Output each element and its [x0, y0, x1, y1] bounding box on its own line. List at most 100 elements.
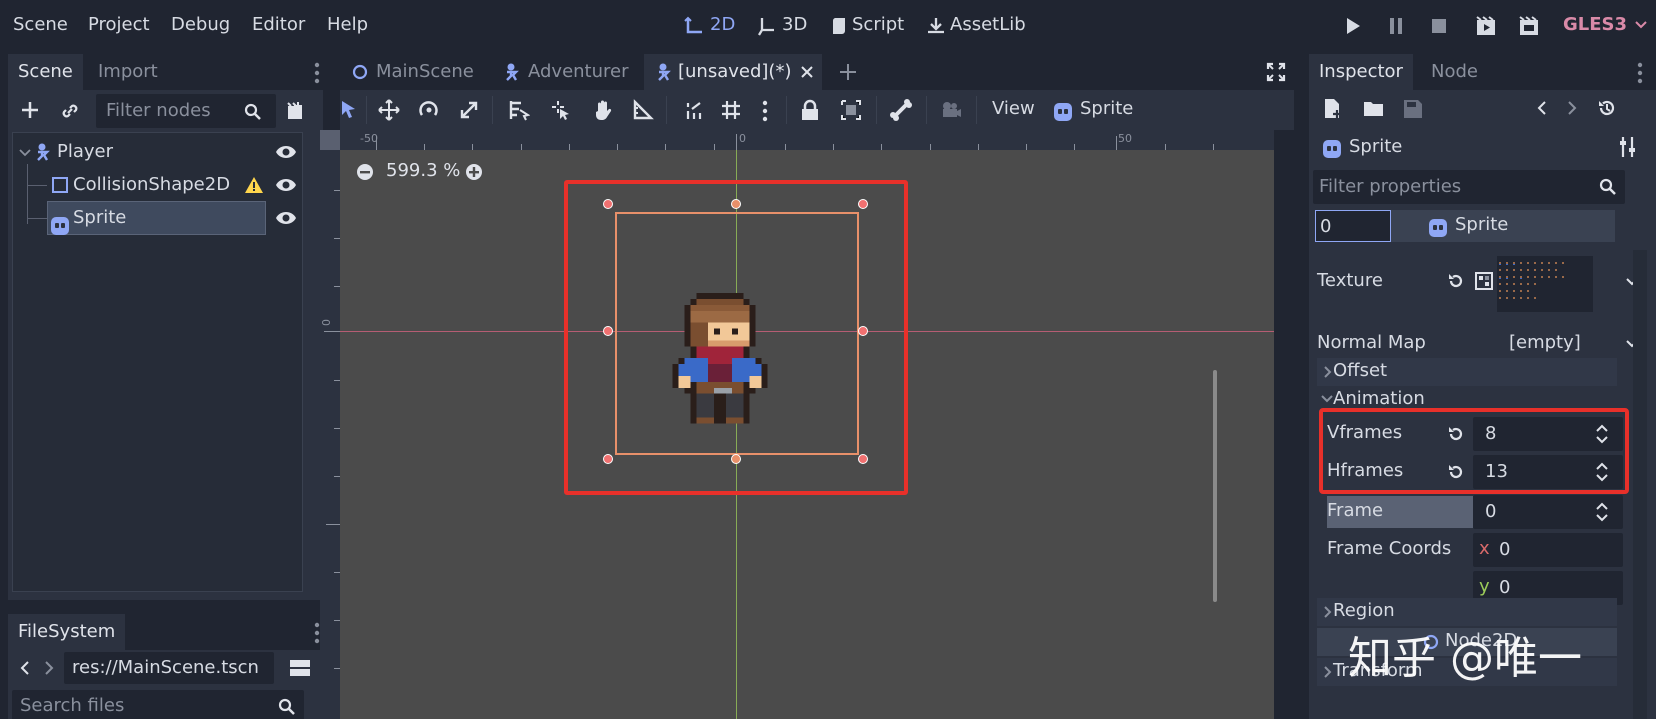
list-select-icon[interactable]	[508, 99, 530, 121]
smart-snap-icon[interactable]	[682, 99, 704, 121]
visibility-eye-icon[interactable]	[275, 177, 297, 193]
toolbar-separator	[666, 96, 667, 124]
group-icon[interactable]	[840, 99, 862, 121]
history-forward-icon[interactable]	[1567, 100, 1577, 116]
dock-menu-icon[interactable]	[314, 62, 320, 84]
zoom-out-icon[interactable]	[356, 163, 374, 181]
spinbox-arrows-icon[interactable]	[1595, 502, 1609, 522]
selection-highlight-box	[564, 180, 908, 495]
link-icon[interactable]	[60, 101, 80, 121]
history-icon[interactable]	[1597, 98, 1617, 118]
tree-item-collisionshape2d[interactable]: CollisionShape2D	[13, 164, 302, 224]
select-tool-icon[interactable]	[340, 100, 358, 120]
search-files-input[interactable]: Search files	[12, 690, 304, 719]
scene-dock-body: Filter nodes Player CollisionShape2D Spr…	[8, 90, 323, 600]
chevron-down-icon[interactable]	[19, 148, 31, 158]
inspector-scrollbar[interactable]	[1633, 250, 1647, 719]
close-icon[interactable]	[800, 65, 814, 79]
frame-label: Frame	[1327, 500, 1384, 521]
filesystem-tabbar: FileSystem	[8, 614, 323, 650]
tab-node[interactable]: Node	[1421, 54, 1488, 90]
renderer-label[interactable]: GLES3	[1563, 14, 1627, 35]
pan-tool-icon[interactable]	[592, 99, 614, 121]
add-node-icon[interactable]	[20, 100, 40, 120]
zoom-level[interactable]: 599.3 %	[386, 160, 460, 181]
open-folder-icon[interactable]	[1363, 100, 1385, 118]
filter-properties-input[interactable]: Filter properties	[1313, 170, 1625, 204]
play-scene-icon[interactable]	[1475, 15, 1497, 37]
vertical-scrollbar[interactable]	[1213, 370, 1217, 602]
tab-unsaved[interactable]: [unsaved](*)	[644, 54, 822, 90]
inspected-object-name[interactable]: Sprite	[1349, 136, 1402, 157]
camera-icon[interactable]	[940, 100, 962, 120]
add-tab-icon[interactable]	[838, 62, 858, 82]
x-axis-label: x	[1479, 538, 1490, 559]
warning-icon[interactable]	[244, 176, 264, 194]
save-icon[interactable]	[1403, 99, 1423, 119]
menu-scene[interactable]: Scene	[13, 14, 68, 35]
forward-arrow-icon[interactable]	[44, 660, 54, 676]
ruler-label: -50	[360, 132, 378, 145]
back-arrow-icon[interactable]	[20, 660, 30, 676]
ruler-tool-icon[interactable]	[632, 99, 654, 121]
snap-options-icon[interactable]	[762, 100, 768, 122]
menu-project[interactable]: Project	[88, 14, 150, 35]
split-mode-icon[interactable]	[290, 658, 310, 678]
new-resource-icon[interactable]	[1323, 98, 1343, 120]
offset-section[interactable]: Offset	[1317, 358, 1617, 386]
section-name-field[interactable]: 0	[1315, 210, 1391, 242]
object-properties-icon[interactable]	[1619, 136, 1637, 158]
scene-tabbar: MainScene Adventurer [unsaved](*)	[340, 54, 1294, 90]
filesystem-body: res://MainScene.tscn Search files	[8, 650, 323, 719]
tab-scene[interactable]: Scene	[8, 54, 83, 90]
bone-icon[interactable]	[890, 99, 912, 121]
stop-icon[interactable]	[1431, 18, 1447, 34]
tab-adventurer[interactable]: Adventurer	[492, 54, 642, 90]
menu-help[interactable]: Help	[327, 14, 368, 35]
frame-coords-x-field[interactable]: x 0	[1473, 533, 1623, 567]
pivot-tool-icon[interactable]	[550, 99, 572, 121]
reset-icon[interactable]	[1447, 272, 1465, 290]
distraction-free-icon[interactable]	[1266, 62, 1286, 82]
grid-snap-icon[interactable]	[720, 99, 742, 121]
tree-item-sprite[interactable]: Sprite	[13, 201, 302, 235]
normal-map-field[interactable]: [empty]	[1497, 326, 1638, 360]
play-custom-scene-icon[interactable]	[1518, 15, 1540, 37]
canvas-viewport[interactable]: -50 0 50 0 599.3 %	[320, 130, 1274, 719]
move-tool-icon[interactable]	[378, 99, 400, 121]
tree-item-player[interactable]: Player	[13, 135, 302, 169]
filter-nodes-input[interactable]: Filter nodes	[96, 94, 276, 128]
tab-mainscene[interactable]: MainScene	[340, 54, 490, 90]
sprite-menu-button[interactable]: Sprite	[1080, 98, 1133, 119]
texture-preview[interactable]	[1497, 256, 1593, 312]
tab-inspector[interactable]: Inspector	[1309, 54, 1413, 90]
visibility-eye-icon[interactable]	[275, 210, 297, 226]
menu-debug[interactable]: Debug	[171, 14, 230, 35]
kinematic-body-icon	[506, 63, 519, 81]
2d-mode-icon	[684, 16, 702, 34]
visibility-eye-icon[interactable]	[275, 144, 297, 160]
rotate-tool-icon[interactable]	[418, 99, 440, 121]
tab-filesystem[interactable]: FileSystem	[8, 614, 126, 650]
frame-spinbox[interactable]: 0	[1473, 495, 1623, 529]
play-icon[interactable]	[1345, 17, 1361, 35]
animation-section[interactable]: Animation	[1317, 388, 1617, 410]
tree-guide-line	[27, 185, 47, 186]
history-back-icon[interactable]	[1537, 100, 1547, 116]
zoom-in-icon[interactable]	[465, 163, 483, 181]
watermark: 知乎 @唯一	[1348, 633, 1582, 684]
lock-icon[interactable]	[800, 99, 820, 121]
sprite-icon	[1054, 103, 1072, 121]
instance-scene-icon[interactable]	[284, 100, 306, 122]
view-menu-button[interactable]: View	[992, 98, 1035, 119]
frame-coords-row: Frame Coords x 0 y 0	[1327, 532, 1639, 608]
menu-editor[interactable]: Editor	[252, 14, 305, 35]
filesystem-path-field[interactable]: res://MainScene.tscn	[64, 652, 274, 684]
pause-icon[interactable]	[1388, 17, 1404, 35]
sprite-section-header[interactable]: 0 Sprite	[1315, 210, 1615, 242]
tab-import[interactable]: Import	[88, 54, 168, 90]
canvas-toolbar: View Sprite	[340, 90, 1294, 130]
dock-menu-icon[interactable]	[1637, 62, 1643, 84]
scale-tool-icon[interactable]	[458, 99, 480, 121]
ruler-label: 0	[320, 319, 333, 326]
